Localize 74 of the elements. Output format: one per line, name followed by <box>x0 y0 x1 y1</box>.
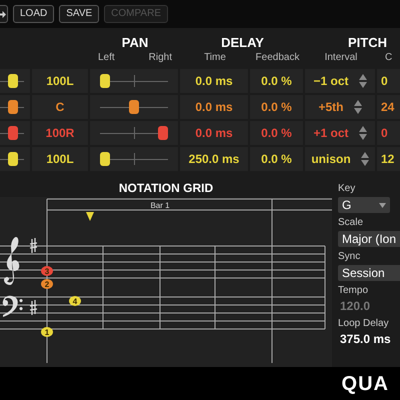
dropdown[interactable]: Major (Ion <box>338 231 400 247</box>
column-header: Left <box>98 52 115 64</box>
playhead-icon[interactable] <box>86 212 94 221</box>
delay-time: 0.0 ms <box>180 121 248 145</box>
note-marker[interactable]: 3 <box>41 266 53 276</box>
slider[interactable] <box>0 126 24 140</box>
slider[interactable] <box>100 100 168 114</box>
slider[interactable] <box>100 126 168 140</box>
sharp-icon <box>29 237 38 254</box>
field-label: Sync <box>338 251 362 263</box>
slider-thumb[interactable] <box>158 126 168 140</box>
pan-value: 100L <box>32 69 88 93</box>
note-marker[interactable]: 4 <box>69 296 81 306</box>
dropdown[interactable]: G <box>338 197 390 213</box>
table-cell: 12 <box>377 147 400 171</box>
feedback-value: 0.0 % <box>250 95 303 119</box>
column-header: Right <box>148 52 172 64</box>
delay-time: 0.0 ms <box>180 95 248 119</box>
section-title: PAN <box>120 34 150 50</box>
slider-thumb[interactable] <box>100 74 110 88</box>
feedback-value: 0.0 % <box>250 69 303 93</box>
column-header: Time <box>203 52 227 65</box>
stepper-icon[interactable] <box>360 152 369 166</box>
note-marker[interactable]: 1 <box>41 327 53 337</box>
brand-logo: QUA <box>342 372 389 397</box>
delay-time: 250.0 ms <box>180 147 248 171</box>
pan-value: C <box>32 95 88 119</box>
slider-thumb[interactable] <box>8 100 18 114</box>
slider[interactable] <box>0 74 24 88</box>
bass-clef-icon <box>2 296 23 317</box>
table-cell: 24 <box>377 95 400 119</box>
feedback-value: 0.0 % <box>250 121 303 145</box>
toolbar-button[interactable]: SAVE <box>59 5 100 23</box>
bar-label: Bar 1 <box>150 201 170 210</box>
slider-thumb[interactable] <box>100 152 110 166</box>
arrow-icon <box>0 10 6 18</box>
slider-thumb[interactable] <box>8 152 18 166</box>
value-field[interactable]: 375.0 ms <box>338 332 400 347</box>
column-header: Interval <box>324 52 358 65</box>
column-header: C <box>384 52 394 65</box>
column-header: Feedback <box>254 52 300 65</box>
slider-thumb[interactable] <box>8 74 18 88</box>
feedback-value: 0.0 % <box>250 147 303 171</box>
section-title: DELAY <box>220 34 265 50</box>
note-marker[interactable]: 2 <box>41 279 53 289</box>
dropdown[interactable]: Session <box>338 265 400 281</box>
sharp-icon <box>29 299 38 316</box>
field-label: Key <box>338 183 356 195</box>
slider[interactable] <box>100 74 168 88</box>
section-title: NOTATION GRID <box>0 177 332 197</box>
field-label: Tempo <box>338 285 370 297</box>
section-title: PITCH <box>347 34 388 50</box>
toolbar-button[interactable]: LOAD <box>13 5 54 23</box>
field-label: Scale <box>338 217 364 229</box>
stepper-icon[interactable] <box>358 126 366 140</box>
stepper-icon[interactable] <box>354 100 362 114</box>
slider[interactable] <box>0 152 24 166</box>
delay-time: 0.0 ms <box>180 69 248 93</box>
caret-icon <box>379 202 386 208</box>
table-cell: 0 <box>377 69 400 93</box>
treble-clef-icon <box>4 237 20 285</box>
interval-value: unison <box>311 151 351 168</box>
interval-value: +1 oct <box>313 125 348 142</box>
slider-thumb[interactable] <box>129 100 139 114</box>
interval-value: −1 oct <box>313 73 348 90</box>
pan-value: 100R <box>32 121 88 145</box>
pan-value: 100L <box>32 147 88 171</box>
field-label: Loop Delay <box>338 318 390 330</box>
stepper-icon[interactable] <box>358 74 366 88</box>
slider-thumb[interactable] <box>8 126 18 140</box>
slider[interactable] <box>0 100 24 114</box>
slider[interactable] <box>100 152 168 166</box>
interval-value: +5th <box>318 99 344 116</box>
table-cell: 0 <box>377 121 400 145</box>
